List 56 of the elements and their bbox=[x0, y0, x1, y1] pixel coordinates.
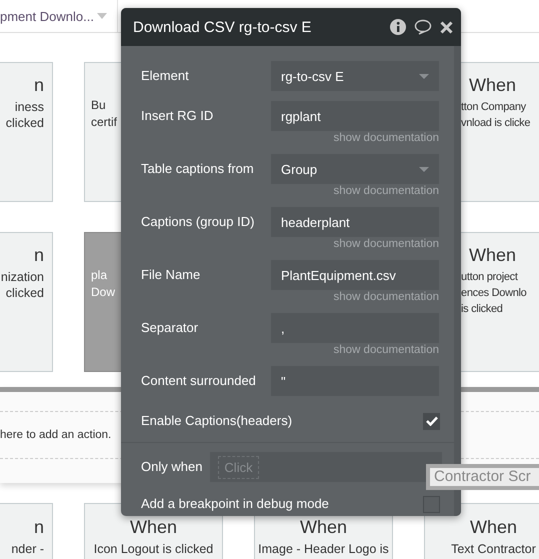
field-label: Captions (group ID) bbox=[141, 214, 256, 230]
card-text: Icon Logout is clicked bbox=[92, 541, 214, 557]
card-text: Bu bbox=[91, 97, 106, 114]
dropdown-field[interactable]: rg-to-csv E bbox=[271, 61, 439, 91]
input-field[interactable]: headerplant bbox=[271, 207, 439, 237]
card-text: nization bbox=[0, 269, 44, 285]
dropdown-label[interactable]: pment Downlo... bbox=[0, 8, 94, 24]
caret-icon bbox=[419, 166, 429, 172]
card-text: is clicked bbox=[461, 302, 504, 317]
input-field[interactable]: " bbox=[271, 366, 439, 396]
input-field[interactable]: rgplant bbox=[271, 101, 439, 131]
input-field[interactable]: PlantEquipment.csv bbox=[271, 260, 439, 290]
card-text: clicked bbox=[4, 285, 44, 301]
info-icon[interactable] bbox=[390, 19, 406, 35]
card-heading: n bbox=[32, 517, 44, 537]
card-text: utton project bbox=[461, 270, 519, 285]
event-card[interactable]: n nder - bbox=[0, 503, 53, 559]
card-heading: When bbox=[128, 517, 178, 537]
field-label: Separator bbox=[141, 320, 200, 336]
field-label: Content surrounded bbox=[141, 373, 257, 389]
event-card[interactable]: n nization clicked bbox=[0, 232, 53, 372]
dropdown-field[interactable]: Group bbox=[271, 154, 439, 184]
card-text: vnload is clicke bbox=[461, 116, 532, 131]
add-action-hint[interactable]: here to add an action. bbox=[0, 429, 112, 441]
field-label: File Name bbox=[141, 267, 202, 283]
field-label: Table captions from bbox=[141, 161, 255, 177]
card-text: Image - Header Logo is bbox=[257, 541, 390, 557]
card-heading: n bbox=[32, 74, 44, 97]
caret-icon bbox=[96, 13, 107, 19]
card-text: clicked bbox=[4, 115, 44, 131]
tooltip: Contractor Scr bbox=[426, 464, 539, 490]
card-heading: When bbox=[468, 244, 518, 267]
comment-icon[interactable] bbox=[414, 19, 432, 35]
card-text: nder - bbox=[10, 541, 44, 557]
card-text: ences Downlo bbox=[461, 286, 528, 301]
checkbox[interactable] bbox=[423, 412, 440, 430]
field-label: Insert RG ID bbox=[141, 108, 214, 124]
dialog-title: Download CSV rg-to-csv E bbox=[133, 18, 312, 36]
field-label: Element bbox=[141, 68, 190, 84]
card-heading: When bbox=[468, 517, 518, 537]
field-label: Enable Captions(headers) bbox=[141, 413, 294, 429]
card-heading: When bbox=[298, 517, 348, 537]
card-text: iness bbox=[14, 99, 44, 115]
event-card[interactable]: n iness clicked bbox=[0, 62, 53, 202]
card-text: tton Company bbox=[461, 100, 527, 115]
card-text: certif bbox=[91, 114, 118, 131]
event-card[interactable]: When Text Contractor bbox=[424, 503, 539, 559]
card-text: Dow bbox=[91, 284, 116, 301]
card-heading: When bbox=[468, 74, 518, 97]
field-label: Only when bbox=[141, 459, 202, 475]
card-text: Text Contractor bbox=[450, 541, 537, 557]
card-text: pla bbox=[91, 267, 108, 284]
close-icon[interactable] bbox=[440, 20, 453, 34]
caret-icon bbox=[419, 74, 429, 78]
input-field[interactable]: , bbox=[271, 313, 439, 343]
card-heading: n bbox=[32, 244, 44, 267]
